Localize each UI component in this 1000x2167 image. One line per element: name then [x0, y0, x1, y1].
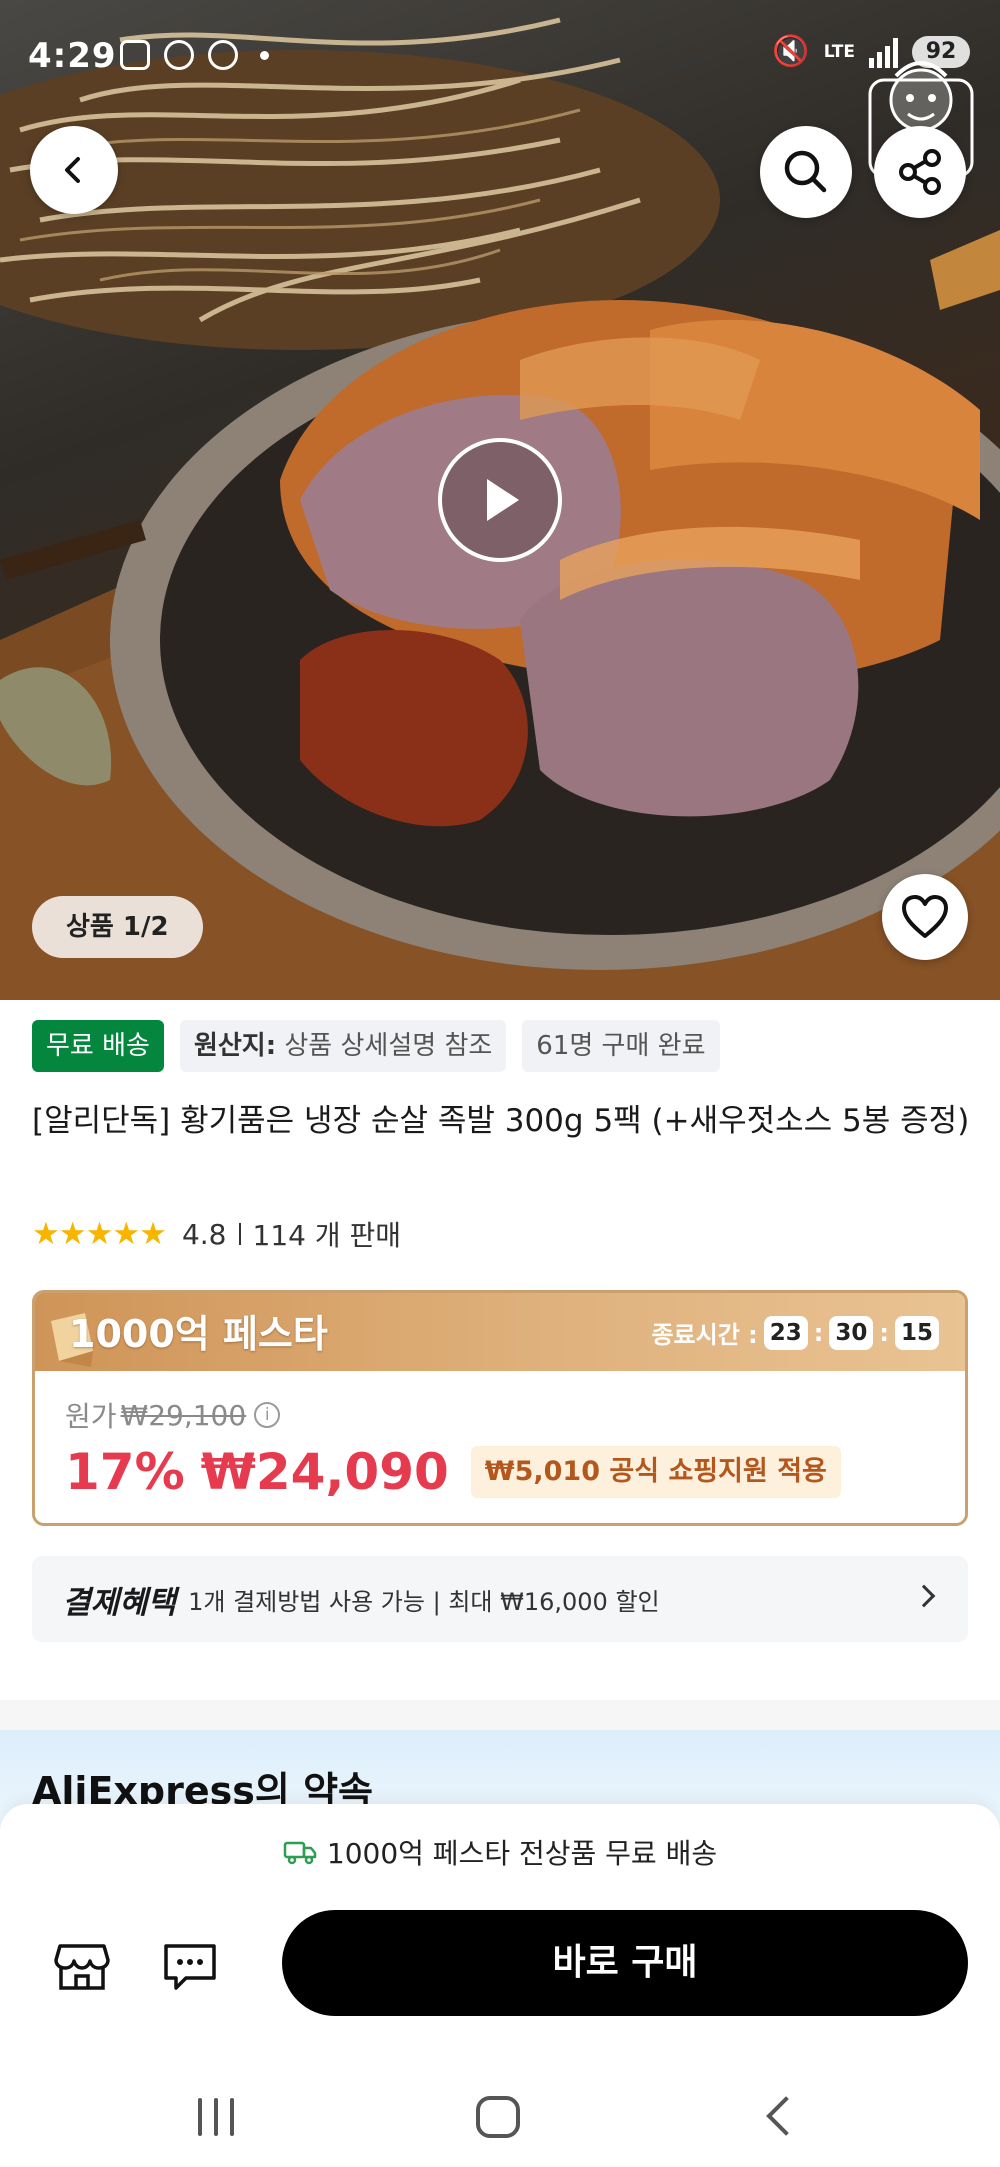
- store-icon: [54, 1944, 110, 1990]
- product-title: [알리단독] 황기품은 냉장 순살 족발 300g 5팩 (+새우젓소스 5봉 …: [32, 1103, 970, 1139]
- festa-price-box: 1000억 페스타 종료시간 : 23 : 30 : 15 원가 ₩29,100…: [32, 1290, 968, 1526]
- free-shipping-note: 1000억 페스타 전상품 무료 배송: [0, 1832, 1000, 1872]
- more-notifications-dot-icon: [260, 50, 269, 60]
- chat-icon: [164, 1944, 216, 1990]
- image-counter: 상품 1/2: [32, 896, 203, 958]
- free-shipping-note-text: 1000억 페스타 전상품 무료 배송: [326, 1837, 718, 1870]
- sale-price: ₩24,090: [200, 1443, 449, 1501]
- payment-benefit-label: 결제혜택: [62, 1584, 177, 1621]
- original-price: ₩29,100: [120, 1398, 247, 1432]
- original-price-label: 원가: [65, 1400, 117, 1433]
- timer-separator: :: [813, 1318, 824, 1347]
- play-video-button[interactable]: [438, 438, 562, 562]
- purchase-count-badge: 61명 구매 완료: [522, 1020, 720, 1072]
- mute-icon: 🔇: [772, 34, 810, 69]
- sold-count: 114 개 판매: [252, 1219, 402, 1252]
- timer-hours: 23: [763, 1315, 808, 1350]
- system-navigation-bar: [0, 2060, 1000, 2167]
- search-button[interactable]: [760, 126, 852, 218]
- heart-icon: [902, 895, 948, 938]
- chevron-right-icon: [912, 1584, 936, 1608]
- discount-percent: 17%: [65, 1443, 185, 1501]
- shopping-subsidy-badge: ₩5,010 공식 쇼핑지원 적용: [470, 1446, 841, 1498]
- payment-benefit-text: 1개 결제방법 사용 가능 | 최대 ₩16,000 할인: [188, 1587, 660, 1616]
- payment-benefit-row[interactable]: 결제혜택 1개 결제방법 사용 가능 | 최대 ₩16,000 할인: [32, 1556, 968, 1642]
- store-button[interactable]: [52, 1936, 112, 1996]
- origin-label: 원산지:: [193, 1031, 277, 1061]
- status-time: 4:29: [28, 36, 117, 76]
- play-icon: [487, 479, 519, 521]
- back-icon: [65, 157, 80, 183]
- pay-notification-icon: [208, 40, 238, 70]
- share-icon: [899, 149, 941, 195]
- status-notification-icons: [120, 40, 269, 70]
- timer-label: 종료시간 :: [651, 1321, 758, 1349]
- section-divider: [0, 1700, 1000, 1730]
- home-button[interactable]: [476, 2096, 520, 2138]
- screenshot-icon: [120, 40, 150, 70]
- product-tags: 무료 배송 원산지: 상품 상세설명 참조 61명 구매 완료: [32, 1020, 720, 1072]
- share-button[interactable]: [874, 126, 966, 218]
- search-icon: [784, 150, 827, 193]
- original-price-row: 원가 ₩29,100 i: [65, 1395, 281, 1435]
- sale-price-row: 17% ₩24,090 ₩5,010 공식 쇼핑지원 적용: [65, 1443, 841, 1501]
- countdown-timer: 종료시간 : 23 : 30 : 15: [651, 1315, 939, 1350]
- origin-badge: 원산지: 상품 상세설명 참조: [179, 1020, 507, 1072]
- rating-divider: [238, 1223, 241, 1245]
- wishlist-button[interactable]: [882, 874, 968, 960]
- back-button[interactable]: [30, 126, 118, 214]
- timer-separator: :: [879, 1318, 889, 1347]
- status-bar: 4:29 🔇 LTE 92: [0, 0, 1000, 110]
- product-image-gallery[interactable]: 4:29 🔇 LTE 92 상품 1/2: [0, 0, 1000, 1000]
- truck-icon: [283, 1841, 317, 1865]
- rating-value: 4.8: [181, 1217, 227, 1251]
- network-type: LTE: [823, 41, 855, 62]
- chat-button[interactable]: [160, 1936, 220, 1996]
- app-notification-icon: [164, 40, 194, 70]
- timer-minutes: 30: [829, 1315, 874, 1350]
- rating-row[interactable]: ★★★★★ 4.8 114 개 판매: [32, 1212, 401, 1256]
- rating-stars-icon: ★★★★★: [32, 1216, 167, 1252]
- festa-title: 1000억 페스타: [69, 1312, 328, 1356]
- festa-header: 1000억 페스타 종료시간 : 23 : 30 : 15: [35, 1293, 965, 1371]
- buy-now-button[interactable]: 바로 구매: [282, 1910, 968, 2016]
- info-icon[interactable]: i: [254, 1402, 281, 1428]
- system-back-button[interactable]: [766, 2096, 806, 2136]
- free-shipping-badge: 무료 배송: [32, 1020, 164, 1072]
- recents-button[interactable]: [198, 2098, 234, 2136]
- origin-value: 상품 상세설명 참조: [276, 1031, 493, 1061]
- timer-seconds: 15: [894, 1315, 939, 1350]
